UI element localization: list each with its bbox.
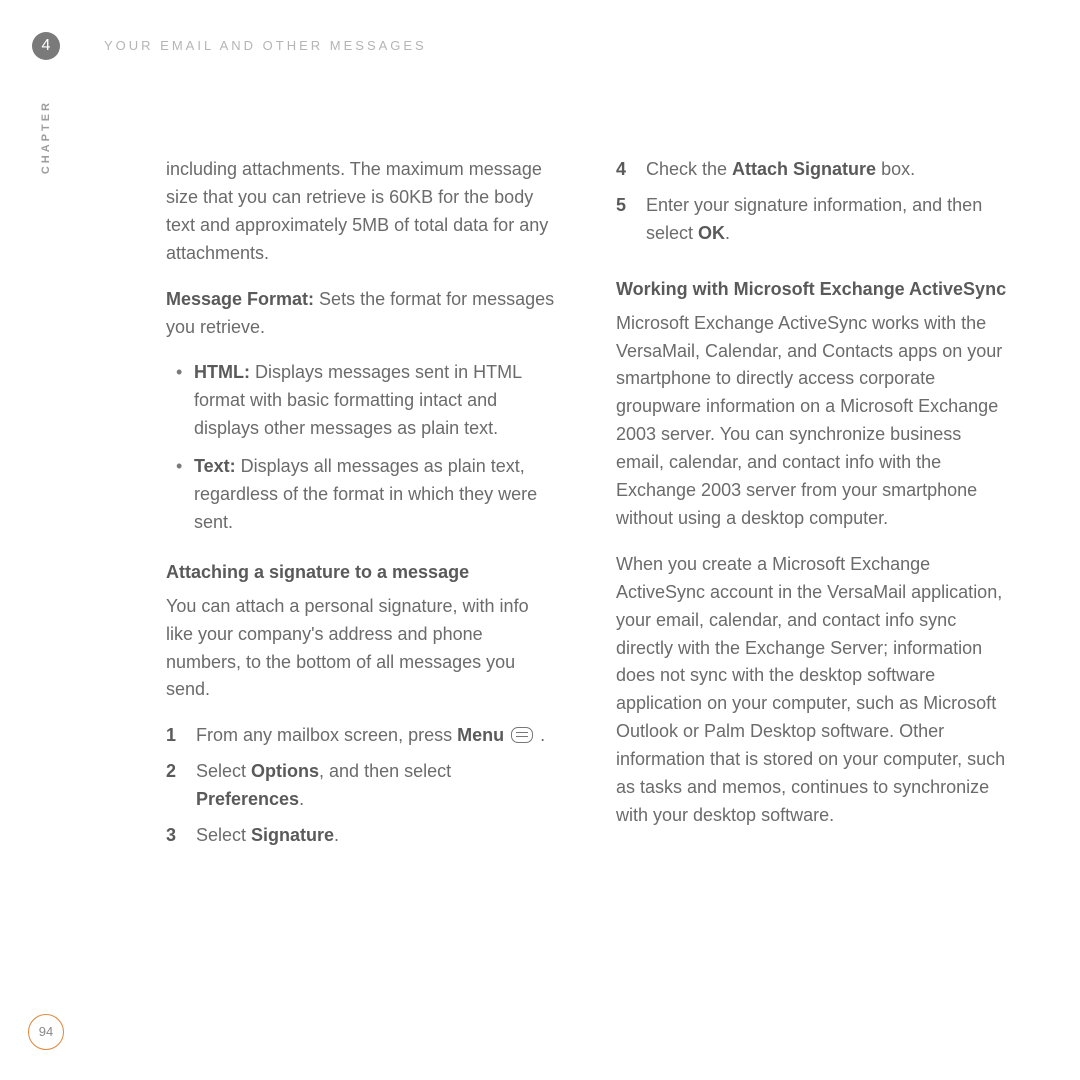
options-word: Options bbox=[251, 761, 319, 781]
format-bullets: HTML: Displays messages sent in HTML for… bbox=[166, 359, 560, 536]
page-number: 94 bbox=[28, 1014, 64, 1050]
step-1: 1 From any mailbox screen, press Menu . bbox=[166, 722, 560, 750]
activesync-heading: Working with Microsoft Exchange ActiveSy… bbox=[616, 276, 1010, 304]
step-1-num: 1 bbox=[166, 722, 176, 750]
step-5-b: . bbox=[725, 223, 730, 243]
bullet-text-text: Displays all messages as plain text, reg… bbox=[194, 456, 537, 532]
message-format-paragraph: Message Format: Sets the format for mess… bbox=[166, 286, 560, 342]
content-columns: including attachments. The maximum messa… bbox=[166, 156, 1010, 858]
menu-icon bbox=[511, 727, 533, 743]
step-5-a: Enter your signature information, and th… bbox=[646, 195, 982, 243]
step-4: 4 Check the Attach Signature box. bbox=[616, 156, 1010, 184]
activesync-p1: Microsoft Exchange ActiveSync works with… bbox=[616, 310, 1010, 533]
signature-intro: You can attach a personal signature, wit… bbox=[166, 593, 560, 705]
bullet-html-label: HTML: bbox=[194, 362, 250, 382]
chapter-number-badge: 4 bbox=[32, 32, 60, 60]
step-3-num: 3 bbox=[166, 822, 176, 850]
message-format-label: Message Format: bbox=[166, 289, 314, 309]
step-2: 2 Select Options, and then select Prefer… bbox=[166, 758, 560, 814]
bullet-html: HTML: Displays messages sent in HTML for… bbox=[194, 359, 560, 443]
step-2-c: . bbox=[299, 789, 304, 809]
step-5-num: 5 bbox=[616, 192, 626, 220]
activesync-p2: When you create a Microsoft Exchange Act… bbox=[616, 551, 1010, 830]
step-3-a: Select bbox=[196, 825, 251, 845]
step-2-b: , and then select bbox=[319, 761, 451, 781]
signature-word: Signature bbox=[251, 825, 334, 845]
left-column: including attachments. The maximum messa… bbox=[166, 156, 560, 858]
step-4-num: 4 bbox=[616, 156, 626, 184]
signature-heading: Attaching a signature to a message bbox=[166, 559, 560, 587]
step-4-b: box. bbox=[876, 159, 915, 179]
menu-word: Menu bbox=[457, 725, 504, 745]
signature-steps-4to5: 4 Check the Attach Signature box. 5 Ente… bbox=[616, 156, 1010, 248]
step-3: 3 Select Signature. bbox=[166, 822, 560, 850]
step-2-num: 2 bbox=[166, 758, 176, 786]
bullet-text: Text: Displays all messages as plain tex… bbox=[194, 453, 560, 537]
running-head: YOUR EMAIL AND OTHER MESSAGES bbox=[90, 36, 1010, 56]
signature-steps-1to3: 1 From any mailbox screen, press Menu . … bbox=[166, 722, 560, 850]
chapter-tab: CHAPTER bbox=[40, 100, 52, 174]
step-4-a: Check the bbox=[646, 159, 732, 179]
step-5: 5 Enter your signature information, and … bbox=[616, 192, 1010, 248]
right-column: 4 Check the Attach Signature box. 5 Ente… bbox=[616, 156, 1010, 858]
step-2-a: Select bbox=[196, 761, 251, 781]
bullet-text-label: Text: bbox=[194, 456, 236, 476]
intro-paragraph: including attachments. The maximum messa… bbox=[166, 156, 560, 268]
ok-word: OK bbox=[698, 223, 725, 243]
attach-signature-word: Attach Signature bbox=[732, 159, 876, 179]
step-1-a: From any mailbox screen, press bbox=[196, 725, 457, 745]
step-3-b: . bbox=[334, 825, 339, 845]
page: 4 YOUR EMAIL AND OTHER MESSAGES CHAPTER … bbox=[0, 0, 1080, 1080]
step-1-b: . bbox=[535, 725, 545, 745]
preferences-word: Preferences bbox=[196, 789, 299, 809]
